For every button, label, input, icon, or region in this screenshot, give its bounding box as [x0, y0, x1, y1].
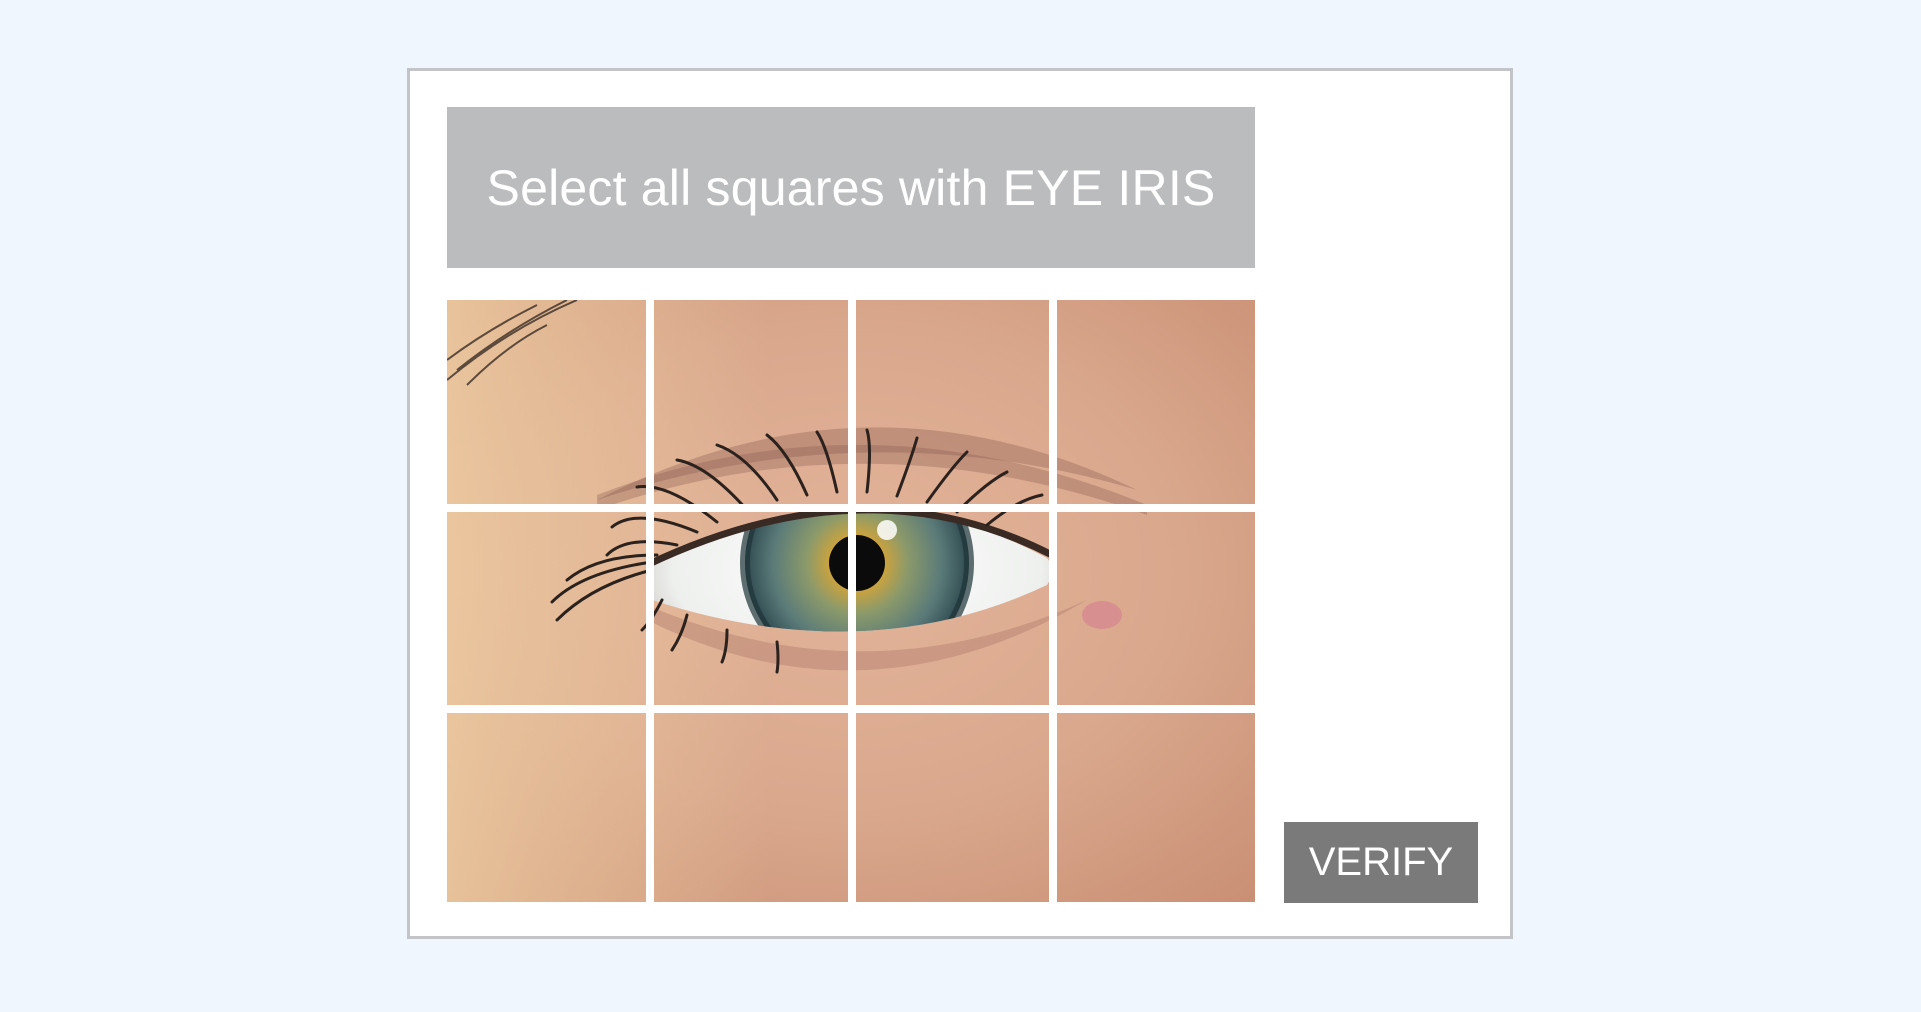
grid-divider: [447, 705, 1255, 713]
grid-divider: [646, 300, 654, 902]
tile-r1-c4[interactable]: [1059, 300, 1255, 495]
tile-r2-c3[interactable]: [855, 503, 1051, 698]
prompt-text: Select all squares with EYE IRIS: [486, 159, 1216, 216]
tile-r1-c1[interactable]: [447, 300, 643, 495]
tile-r3-c4[interactable]: [1059, 707, 1255, 902]
tile-r3-c1[interactable]: [447, 707, 643, 902]
captcha-card: Select all squares with EYE IRIS VERIFY: [407, 68, 1513, 939]
verify-button[interactable]: VERIFY: [1284, 822, 1478, 903]
tile-r2-c4[interactable]: [1059, 503, 1255, 698]
grid-divider: [447, 504, 1255, 512]
grid-divider: [848, 300, 856, 902]
grid-divider: [1049, 300, 1057, 902]
prompt-banner: Select all squares with EYE IRIS: [447, 107, 1255, 268]
tile-r2-c2[interactable]: [651, 503, 847, 698]
tile-r1-c3[interactable]: [855, 300, 1051, 495]
tile-r1-c2[interactable]: [651, 300, 847, 495]
tile-r2-c1[interactable]: [447, 503, 643, 698]
tile-r3-c2[interactable]: [651, 707, 847, 902]
tile-r3-c3[interactable]: [855, 707, 1051, 902]
